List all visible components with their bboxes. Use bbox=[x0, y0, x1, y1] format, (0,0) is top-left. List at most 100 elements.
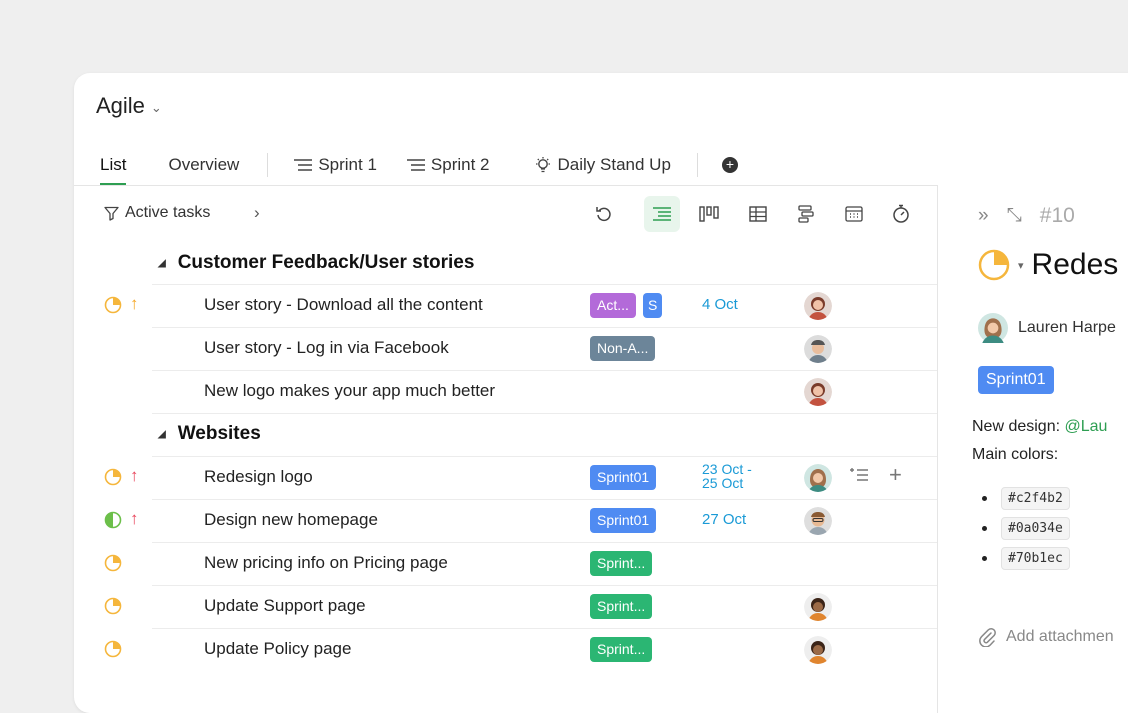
task-owner[interactable]: Lauren Harpe bbox=[978, 313, 1116, 343]
task-name[interactable]: Design new homepage bbox=[204, 510, 378, 530]
active-tasks-filter[interactable]: Active tasks bbox=[104, 204, 210, 222]
expand-icon[interactable]: ⤡ bbox=[1007, 205, 1022, 227]
task-row[interactable]: User story - Log in via Facebook Non-A..… bbox=[74, 327, 937, 369]
add-attachment-button[interactable]: Add attachmen bbox=[978, 627, 1114, 647]
task-name[interactable]: User story - Download all the content bbox=[204, 295, 483, 315]
task-tag[interactable]: Sprint... bbox=[590, 594, 653, 619]
task-name[interactable]: New logo makes your app much better bbox=[204, 381, 495, 401]
collapse-triangle-icon[interactable]: ◢ bbox=[158, 429, 166, 440]
task-description[interactable]: New design: @Lau Main colors: bbox=[972, 413, 1107, 469]
tab-sprint-2[interactable]: Sprint 2 bbox=[377, 145, 490, 185]
calendar-view-icon[interactable] bbox=[836, 196, 872, 232]
status-in-progress-icon[interactable] bbox=[978, 249, 1010, 281]
owner-name: Lauren Harpe bbox=[1018, 319, 1116, 336]
task-tag[interactable]: Sprint... bbox=[590, 551, 653, 576]
priority-arrow-up-icon[interactable]: ↑ bbox=[130, 466, 139, 486]
status-review-icon[interactable] bbox=[104, 511, 122, 529]
task-row[interactable]: New logo makes your app much better bbox=[74, 370, 937, 412]
attachment-label: Add attachmen bbox=[1006, 628, 1114, 645]
app-window: Agile ⌄ List Overview Sprint 1 Sprint 2 … bbox=[74, 73, 1128, 713]
panel-task-title: ▾ Redes bbox=[978, 248, 1118, 282]
task-row[interactable]: New pricing info on Pricing page Sprint.… bbox=[74, 542, 937, 584]
task-name[interactable]: Update Policy page bbox=[204, 639, 351, 659]
row-divider bbox=[152, 542, 937, 543]
row-divider bbox=[152, 370, 937, 371]
tab-daily-stand-up[interactable]: Daily Stand Up bbox=[490, 145, 671, 185]
stopwatch-icon[interactable] bbox=[883, 196, 919, 232]
status-in-progress-icon[interactable] bbox=[104, 597, 122, 615]
task-detail-panel: » ⤡ #10 ▾ Redes Lauren Harpe Sprint01 Ne… bbox=[938, 186, 1128, 713]
collapse-triangle-icon[interactable]: ◢ bbox=[158, 258, 166, 269]
row-divider bbox=[152, 327, 937, 328]
task-name[interactable]: Update Support page bbox=[204, 596, 366, 616]
chevron-down-icon[interactable]: ⌄ bbox=[151, 100, 162, 116]
row-divider bbox=[152, 585, 937, 586]
task-row[interactable]: ↑ User story - Download all the content … bbox=[74, 284, 937, 326]
tab-label: Overview bbox=[168, 155, 240, 174]
assignee-avatar[interactable] bbox=[804, 593, 832, 621]
group-header[interactable]: ◢ Websites bbox=[74, 413, 937, 455]
tab-divider bbox=[696, 153, 698, 177]
task-due-date[interactable]: 23 Oct - 25 Oct bbox=[702, 462, 752, 490]
refresh-icon[interactable] bbox=[586, 196, 622, 232]
task-tag[interactable]: Sprint... bbox=[590, 637, 653, 662]
color-code: #c2f4b2 bbox=[1001, 486, 1070, 510]
caret-down-icon[interactable]: ▾ bbox=[1018, 259, 1024, 272]
task-tag[interactable]: S bbox=[643, 293, 663, 318]
bullet bbox=[982, 525, 987, 531]
add-icon[interactable]: + bbox=[889, 462, 902, 488]
assignee-avatar[interactable] bbox=[804, 464, 832, 492]
list-view-icon[interactable] bbox=[644, 196, 680, 232]
task-tag[interactable]: Non-A... bbox=[590, 336, 656, 361]
chevron-right-icon[interactable]: › bbox=[254, 203, 260, 223]
task-tag[interactable]: Sprint01 bbox=[590, 465, 657, 490]
bullet bbox=[982, 495, 987, 501]
task-name[interactable]: New pricing info on Pricing page bbox=[204, 553, 448, 573]
task-tag[interactable]: Sprint01 bbox=[590, 508, 657, 533]
task-number: #10 bbox=[1039, 204, 1075, 227]
list-view-icon bbox=[406, 159, 425, 171]
tab-list[interactable]: List bbox=[74, 145, 127, 185]
task-tag[interactable]: Act... bbox=[590, 293, 636, 318]
gantt-view-icon[interactable] bbox=[788, 196, 824, 232]
status-in-progress-icon[interactable] bbox=[104, 296, 122, 314]
priority-arrow-up-icon[interactable]: ↑ bbox=[130, 509, 139, 529]
assignee-avatar[interactable] bbox=[804, 292, 832, 320]
task-row[interactable]: Update Policy page Sprint... bbox=[74, 628, 937, 670]
colors-label: Main colors: bbox=[972, 446, 1059, 463]
list-item: #0a034e bbox=[982, 513, 1070, 543]
color-code: #0a034e bbox=[1001, 516, 1070, 540]
status-in-progress-icon[interactable] bbox=[104, 640, 122, 658]
status-in-progress-icon[interactable] bbox=[104, 554, 122, 572]
task-due-date[interactable]: 27 Oct bbox=[702, 511, 746, 528]
task-name[interactable]: Redesign logo bbox=[204, 467, 313, 487]
add-view-icon[interactable]: + bbox=[721, 157, 738, 173]
color-list: #c2f4b2 #0a034e #70b1ec bbox=[982, 483, 1070, 573]
table-view-icon[interactable] bbox=[740, 196, 776, 232]
board-view-icon[interactable] bbox=[691, 196, 727, 232]
task-name[interactable]: User story - Log in via Facebook bbox=[204, 338, 449, 358]
task-due-date[interactable]: 4 Oct bbox=[702, 296, 738, 313]
view-tabs: List Overview Sprint 1 Sprint 2 Daily St… bbox=[74, 145, 938, 185]
assignee-avatar[interactable] bbox=[804, 507, 832, 535]
row-divider bbox=[152, 456, 937, 457]
task-title[interactable]: Redes bbox=[1032, 248, 1119, 282]
project-title[interactable]: Agile ⌄ bbox=[96, 93, 162, 119]
task-row[interactable]: ↑ Design new homepage Sprint01 27 Oct bbox=[74, 499, 937, 541]
group-header[interactable]: ◢ Customer Feedback/User stories bbox=[74, 242, 937, 284]
list-item: #70b1ec bbox=[982, 543, 1070, 573]
assignee-avatar[interactable] bbox=[804, 636, 832, 664]
task-row[interactable]: ↑ Redesign logo Sprint01 23 Oct - 25 Oct… bbox=[74, 456, 937, 498]
assignee-avatar[interactable] bbox=[804, 378, 832, 406]
status-in-progress-icon[interactable] bbox=[104, 468, 122, 486]
panel-header: » ⤡ #10 bbox=[978, 204, 1075, 228]
task-row[interactable]: Update Support page Sprint... bbox=[74, 585, 937, 627]
tab-overview[interactable]: Overview bbox=[126, 145, 239, 185]
sprint-tag[interactable]: Sprint01 bbox=[978, 366, 1054, 394]
subtasks-icon[interactable] bbox=[850, 466, 868, 487]
assignee-avatar[interactable] bbox=[804, 335, 832, 363]
tab-sprint-1[interactable]: Sprint 1 bbox=[268, 145, 377, 185]
user-mention[interactable]: @Lau bbox=[1065, 418, 1108, 435]
collapse-panel-icon[interactable]: » bbox=[978, 205, 989, 227]
priority-arrow-up-icon[interactable]: ↑ bbox=[130, 294, 139, 314]
